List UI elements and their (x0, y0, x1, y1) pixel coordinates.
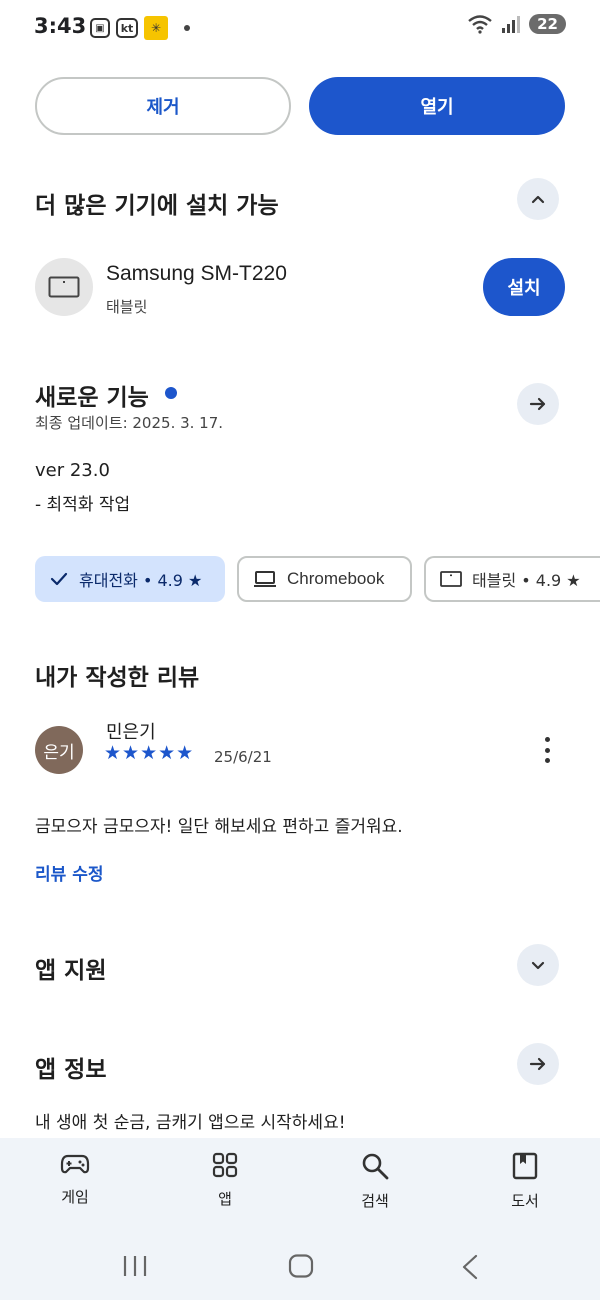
chevron-up-icon (531, 195, 545, 204)
device-icon-container (35, 258, 93, 316)
kt-carrier-icon: kt (116, 18, 138, 38)
gamepad-icon (60, 1154, 90, 1174)
chevron-down-icon (531, 961, 545, 970)
laptop-icon (254, 571, 276, 587)
app-info-arrow-button[interactable] (517, 1043, 559, 1085)
app-notification-icon: ✳ (144, 16, 168, 40)
back-icon[interactable] (460, 1254, 480, 1280)
whats-new-arrow-button[interactable] (517, 383, 559, 425)
arrow-right-icon (529, 397, 546, 411)
remove-button[interactable]: 제거 (35, 77, 291, 135)
reviewer-name: 민은기 (106, 722, 156, 743)
more-vert-icon (544, 737, 550, 742)
app-info-title: 앱 정보 (35, 1057, 107, 1083)
nav-apps[interactable]: 앱 (175, 1152, 275, 1209)
tablet-icon (48, 276, 80, 298)
screenshot-icon: ▣ (90, 18, 110, 38)
avatar: 은기 (35, 726, 83, 774)
whats-new-title: 새로운 기능 (35, 385, 149, 411)
more-options-button[interactable] (536, 734, 558, 766)
nav-search-label: 검색 (361, 1192, 389, 1210)
star-rating: ★★★★★ (104, 742, 195, 764)
status-icons-left: ▣ kt ✳ (90, 16, 190, 40)
wifi-icon (468, 15, 492, 34)
last-updated: 최종 업데이트: 2025. 3. 17. (35, 414, 224, 432)
nav-books-label: 도서 (511, 1192, 539, 1210)
chip-phone[interactable]: 휴대전화 • 4.9 ★ (35, 556, 225, 602)
chip-chromebook[interactable]: Chromebook (237, 556, 412, 602)
tablet-icon (440, 571, 462, 587)
chip-tablet-label: 태블릿 • 4.9 ★ (472, 571, 581, 590)
status-icons-right: 22 (467, 14, 566, 34)
chip-tablet[interactable]: 태블릿 • 4.9 ★ (424, 556, 600, 602)
app-support-title: 앱 지원 (35, 958, 107, 984)
version-text: ver 23.0 (35, 460, 110, 481)
more-notifications-dot-icon (184, 25, 190, 31)
search-icon (362, 1153, 389, 1180)
check-icon (50, 572, 68, 586)
home-icon[interactable] (288, 1254, 314, 1278)
review-text: 금모으자 금모으자! 일단 해보세요 편하고 즐거워요. (35, 817, 403, 837)
status-time: 3:43 (34, 14, 87, 38)
app-info-text: 내 생애 첫 순금, 금캐기 앱으로 시작하세요! (35, 1113, 346, 1133)
recent-apps-icon[interactable] (122, 1254, 148, 1278)
edit-review-link[interactable]: 리뷰 수정 (35, 860, 103, 885)
signal-icon (502, 16, 521, 33)
nav-games-label: 게임 (61, 1188, 89, 1206)
nav-apps-label: 앱 (218, 1190, 232, 1208)
apps-grid-icon (212, 1152, 238, 1178)
nav-games[interactable]: 게임 (25, 1152, 125, 1207)
chip-phone-label: 휴대전화 • 4.9 ★ (79, 571, 203, 590)
system-navigation-bar (0, 1230, 600, 1300)
battery-indicator: 22 (529, 14, 566, 34)
device-type: 태블릿 (106, 298, 148, 316)
my-review-title: 내가 작성한 리뷰 (35, 665, 200, 691)
chip-chromebook-label: Chromebook (287, 569, 385, 588)
app-support-expand-button[interactable] (517, 944, 559, 986)
review-date: 25/6/21 (214, 748, 272, 766)
version-note: - 최적화 작업 (35, 495, 131, 515)
nav-books[interactable]: 도서 (475, 1152, 575, 1211)
new-indicator-dot (165, 387, 177, 399)
bottom-navigation: 게임 앱 검색 도서 (0, 1138, 600, 1230)
book-icon (512, 1152, 538, 1180)
arrow-right-icon (529, 1057, 546, 1071)
nav-search[interactable]: 검색 (325, 1152, 425, 1211)
status-bar: 3:43 ▣ kt ✳ 22 (0, 0, 600, 56)
collapse-button[interactable] (517, 178, 559, 220)
device-name: Samsung SM-T220 (106, 262, 287, 285)
install-more-devices-title: 더 많은 기기에 설치 가능 (35, 193, 279, 219)
open-button[interactable]: 열기 (309, 77, 565, 135)
install-button[interactable]: 설치 (483, 258, 565, 316)
